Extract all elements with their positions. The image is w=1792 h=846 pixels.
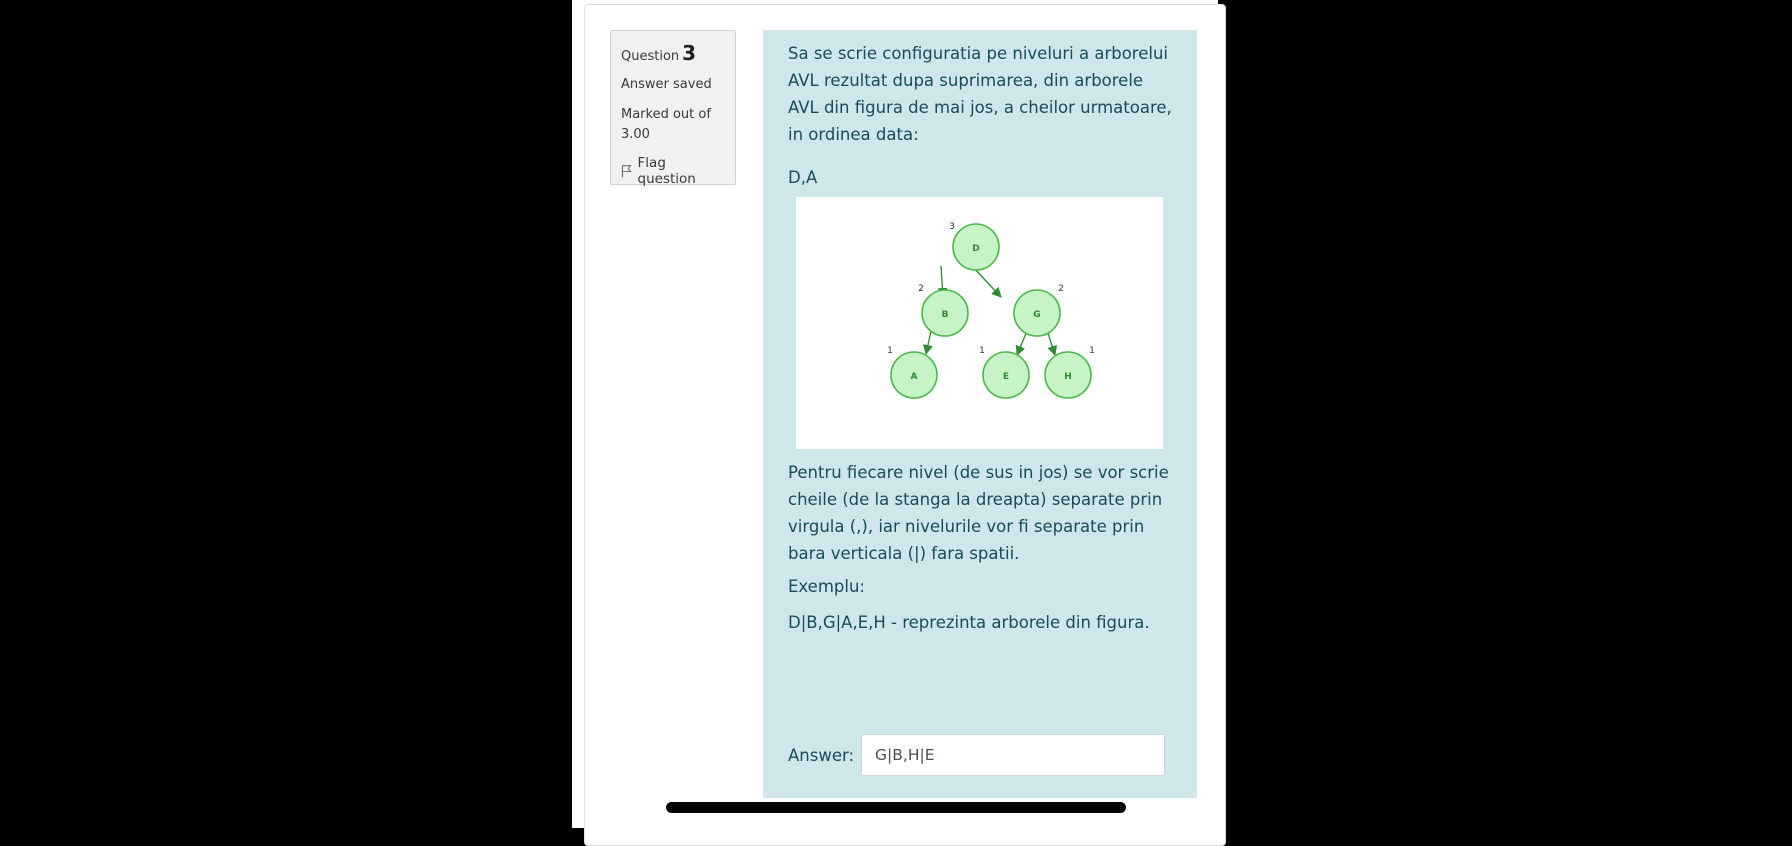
tree-node-D: D 3 bbox=[949, 222, 1000, 271]
edge-B-A bbox=[923, 330, 933, 355]
node-height-G: 2 bbox=[1058, 284, 1064, 294]
node-height-B: 2 bbox=[918, 284, 924, 294]
flag-question-label: Flag question bbox=[637, 155, 696, 187]
example-label: Exemplu: bbox=[788, 577, 865, 596]
question-keys: D,A bbox=[788, 168, 818, 187]
node-height-E: 1 bbox=[979, 346, 985, 356]
node-label-H: H bbox=[1064, 372, 1072, 382]
node-height-H: 1 bbox=[1089, 346, 1095, 356]
question-formulation: Sa se scrie configuratia pe niveluri a a… bbox=[763, 30, 1197, 798]
home-indicator-bar bbox=[666, 802, 1126, 813]
node-label-A: A bbox=[911, 372, 918, 382]
tree-node-G: G 2 bbox=[1013, 284, 1064, 337]
node-label-E: E bbox=[1003, 372, 1009, 382]
tree-node-E: E 1 bbox=[979, 346, 1030, 399]
question-instructions: Pentru fiecare nivel (de sus in jos) se … bbox=[788, 463, 1169, 563]
answer-row: Answer: bbox=[788, 734, 1166, 776]
answer-label: Answer: bbox=[788, 745, 855, 765]
node-height-A: 1 bbox=[887, 346, 893, 356]
edge-G-E bbox=[1015, 330, 1028, 356]
question-label: Question bbox=[621, 49, 680, 64]
node-height-D: 3 bbox=[949, 222, 955, 232]
flag-icon bbox=[621, 165, 632, 178]
avl-tree-svg: D 3 B 2 G 2 A 1 E 1 H 1 bbox=[887, 222, 1095, 399]
question-grade: Marked out of 3.00 bbox=[621, 107, 711, 142]
flag-question-link[interactable]: Flag question bbox=[621, 155, 725, 187]
avl-tree-figure: D 3 B 2 G 2 A 1 E 1 H 1 bbox=[796, 197, 1163, 449]
node-label-D: D bbox=[972, 244, 979, 254]
question-info-panel: Question 3 Answer saved Marked out of 3.0… bbox=[610, 30, 736, 187]
answer-input[interactable] bbox=[861, 734, 1166, 776]
question-number-value: 3 bbox=[682, 41, 697, 65]
tree-node-A: A 1 bbox=[887, 346, 938, 399]
page: Question 3 Answer saved Marked out of 3.0… bbox=[572, 0, 1226, 846]
node-label-B: B bbox=[942, 310, 949, 320]
tree-node-B: B 2 bbox=[918, 284, 969, 337]
question-number: Question 3 bbox=[621, 41, 725, 65]
question-text: Sa se scrie configuratia pe niveluri a a… bbox=[788, 44, 1172, 144]
node-label-G: G bbox=[1033, 310, 1040, 320]
question-state: Answer saved bbox=[621, 77, 712, 92]
example-text: D|B,G|A,E,H - reprezinta arborele din fi… bbox=[788, 613, 1150, 632]
tree-node-H: H 1 bbox=[1044, 346, 1095, 399]
